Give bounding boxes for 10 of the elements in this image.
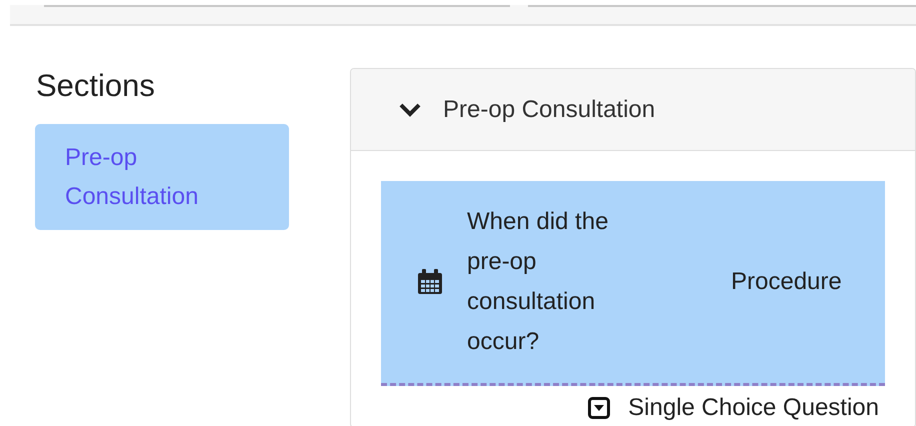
question-text: When did the pre-op consultation occur? [467, 207, 610, 357]
chevron-icon[interactable] [399, 102, 421, 116]
section-title: Pre-op Consultation [443, 96, 656, 124]
sidebar-heading: Sections [36, 68, 156, 104]
question-row[interactable]: When did the pre-op consultation occur? Procedure [381, 181, 885, 386]
dropdown-icon [588, 397, 610, 419]
calendar-icon [417, 269, 443, 295]
question-type: Single Choice Question [628, 394, 879, 422]
section-item[interactable]: Pre-op Consultation [35, 124, 289, 230]
question-category: Procedure [731, 268, 842, 296]
